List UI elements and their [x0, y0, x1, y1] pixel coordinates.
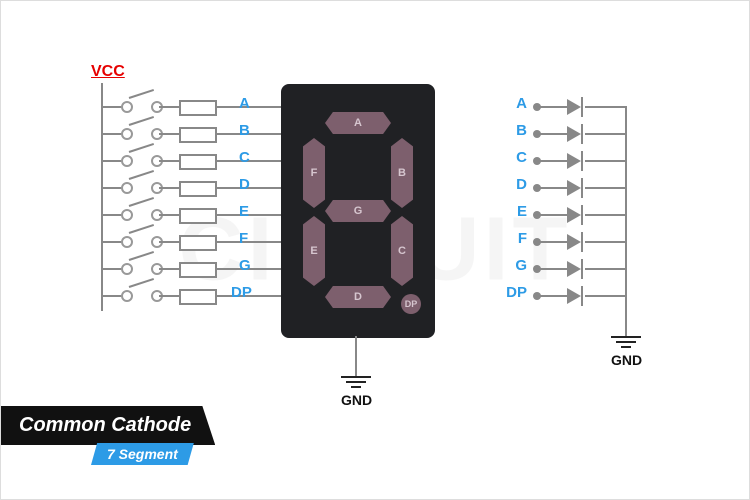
resistor-icon — [179, 262, 217, 278]
seven-segment-display: A B C D E F G DP — [281, 84, 435, 338]
pin-label: F — [239, 230, 248, 247]
module-gnd-wire — [355, 336, 357, 376]
wire — [159, 214, 179, 216]
resistor-icon — [179, 289, 217, 305]
wire — [159, 106, 179, 108]
caption-title: Common Cathode — [1, 406, 215, 445]
switch-icon — [125, 260, 159, 276]
pin-label: D — [239, 176, 250, 193]
segment-d: D — [325, 286, 391, 308]
pin-label: C — [501, 149, 527, 166]
switch-icon — [125, 206, 159, 222]
wire — [585, 160, 625, 162]
switch-icon — [125, 98, 159, 114]
wire — [539, 133, 567, 135]
caption-subtitle: 7 Segment — [91, 443, 194, 465]
wire — [539, 160, 567, 162]
resistor-icon — [179, 181, 217, 197]
wire — [539, 268, 567, 270]
wire — [159, 160, 179, 162]
wire — [585, 214, 625, 216]
resistor-icon — [179, 100, 217, 116]
wire — [159, 295, 179, 297]
pin-label: DP — [501, 284, 527, 301]
wire — [159, 268, 179, 270]
switch-icon — [125, 152, 159, 168]
resistor-icon — [179, 235, 217, 251]
segment-dp: DP — [401, 294, 421, 314]
segment-e: E — [303, 216, 325, 286]
pin-label: A — [501, 95, 527, 112]
wire — [585, 187, 625, 189]
pin-label: B — [501, 122, 527, 139]
ground-symbol-icon: GND — [611, 336, 641, 368]
wire — [159, 187, 179, 189]
resistor-icon — [179, 127, 217, 143]
switch-icon — [125, 179, 159, 195]
wire — [585, 241, 625, 243]
wire — [539, 295, 567, 297]
vcc-bus-wire — [101, 83, 103, 311]
diagram-caption: Common Cathode 7 Segment — [1, 406, 215, 465]
switch-icon — [125, 125, 159, 141]
wire — [585, 295, 625, 297]
pin-label: DP — [231, 284, 252, 301]
pin-label: A — [239, 95, 250, 112]
vcc-label: VCC — [91, 63, 125, 81]
wire — [539, 214, 567, 216]
wire — [159, 241, 179, 243]
wire — [585, 268, 625, 270]
common-cathode-bus-wire — [625, 106, 627, 336]
pin-label: F — [501, 230, 527, 247]
pin-label: E — [501, 203, 527, 220]
wire — [585, 106, 625, 108]
pin-label: G — [501, 257, 527, 274]
wire — [159, 133, 179, 135]
resistor-icon — [179, 208, 217, 224]
ground-label: GND — [341, 392, 371, 408]
segment-g: G — [325, 200, 391, 222]
segment-f: F — [303, 138, 325, 208]
pin-label: G — [239, 257, 251, 274]
segment-c: C — [391, 216, 413, 286]
ground-symbol-icon: GND — [341, 376, 371, 408]
pin-label: C — [239, 149, 250, 166]
wire — [585, 133, 625, 135]
wire — [539, 187, 567, 189]
ground-label: GND — [611, 352, 641, 368]
switch-icon — [125, 287, 159, 303]
wire — [539, 241, 567, 243]
pin-label: D — [501, 176, 527, 193]
wire — [539, 106, 567, 108]
segment-b: B — [391, 138, 413, 208]
segment-a: A — [325, 112, 391, 134]
pin-label: E — [239, 203, 249, 220]
pin-label: B — [239, 122, 250, 139]
switch-icon — [125, 233, 159, 249]
resistor-icon — [179, 154, 217, 170]
